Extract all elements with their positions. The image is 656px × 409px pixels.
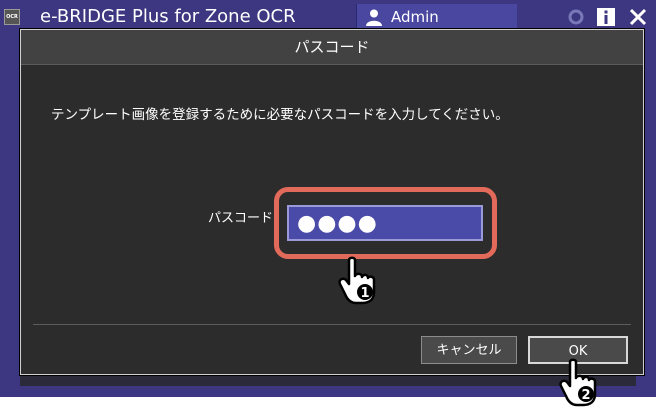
user-name: Admin — [391, 8, 439, 26]
settings-icon[interactable] — [566, 7, 586, 27]
ocr-logo-icon: OCR — [4, 9, 20, 25]
step2-number: 2 — [581, 388, 590, 403]
step1-number: 1 — [360, 286, 369, 301]
user-icon — [366, 9, 382, 26]
cancel-button[interactable]: キャンセル — [421, 336, 517, 364]
dialog-divider — [33, 324, 631, 325]
dialog-header: パスコード — [21, 30, 643, 65]
dialog-message: テンプレート画像を登録するために必要なパスコードを入力してください。 — [51, 107, 509, 123]
passcode-label: パスコード — [207, 211, 273, 226]
passcode-dialog: パスコード テンプレート画像を登録するために必要なパスコードを入力してください。… — [20, 29, 644, 375]
app-frame-left — [0, 34, 20, 386]
passcode-input[interactable] — [287, 205, 483, 241]
user-menu[interactable]: Admin — [356, 4, 517, 30]
pointing-hand-icon: 1 — [338, 256, 376, 305]
pointing-hand-icon: 2 — [559, 358, 597, 407]
app-title: e-BRIDGE Plus for Zone OCR — [40, 6, 296, 27]
dialog-title: パスコード — [294, 38, 370, 56]
info-icon[interactable] — [596, 7, 616, 27]
close-icon[interactable] — [628, 7, 648, 27]
